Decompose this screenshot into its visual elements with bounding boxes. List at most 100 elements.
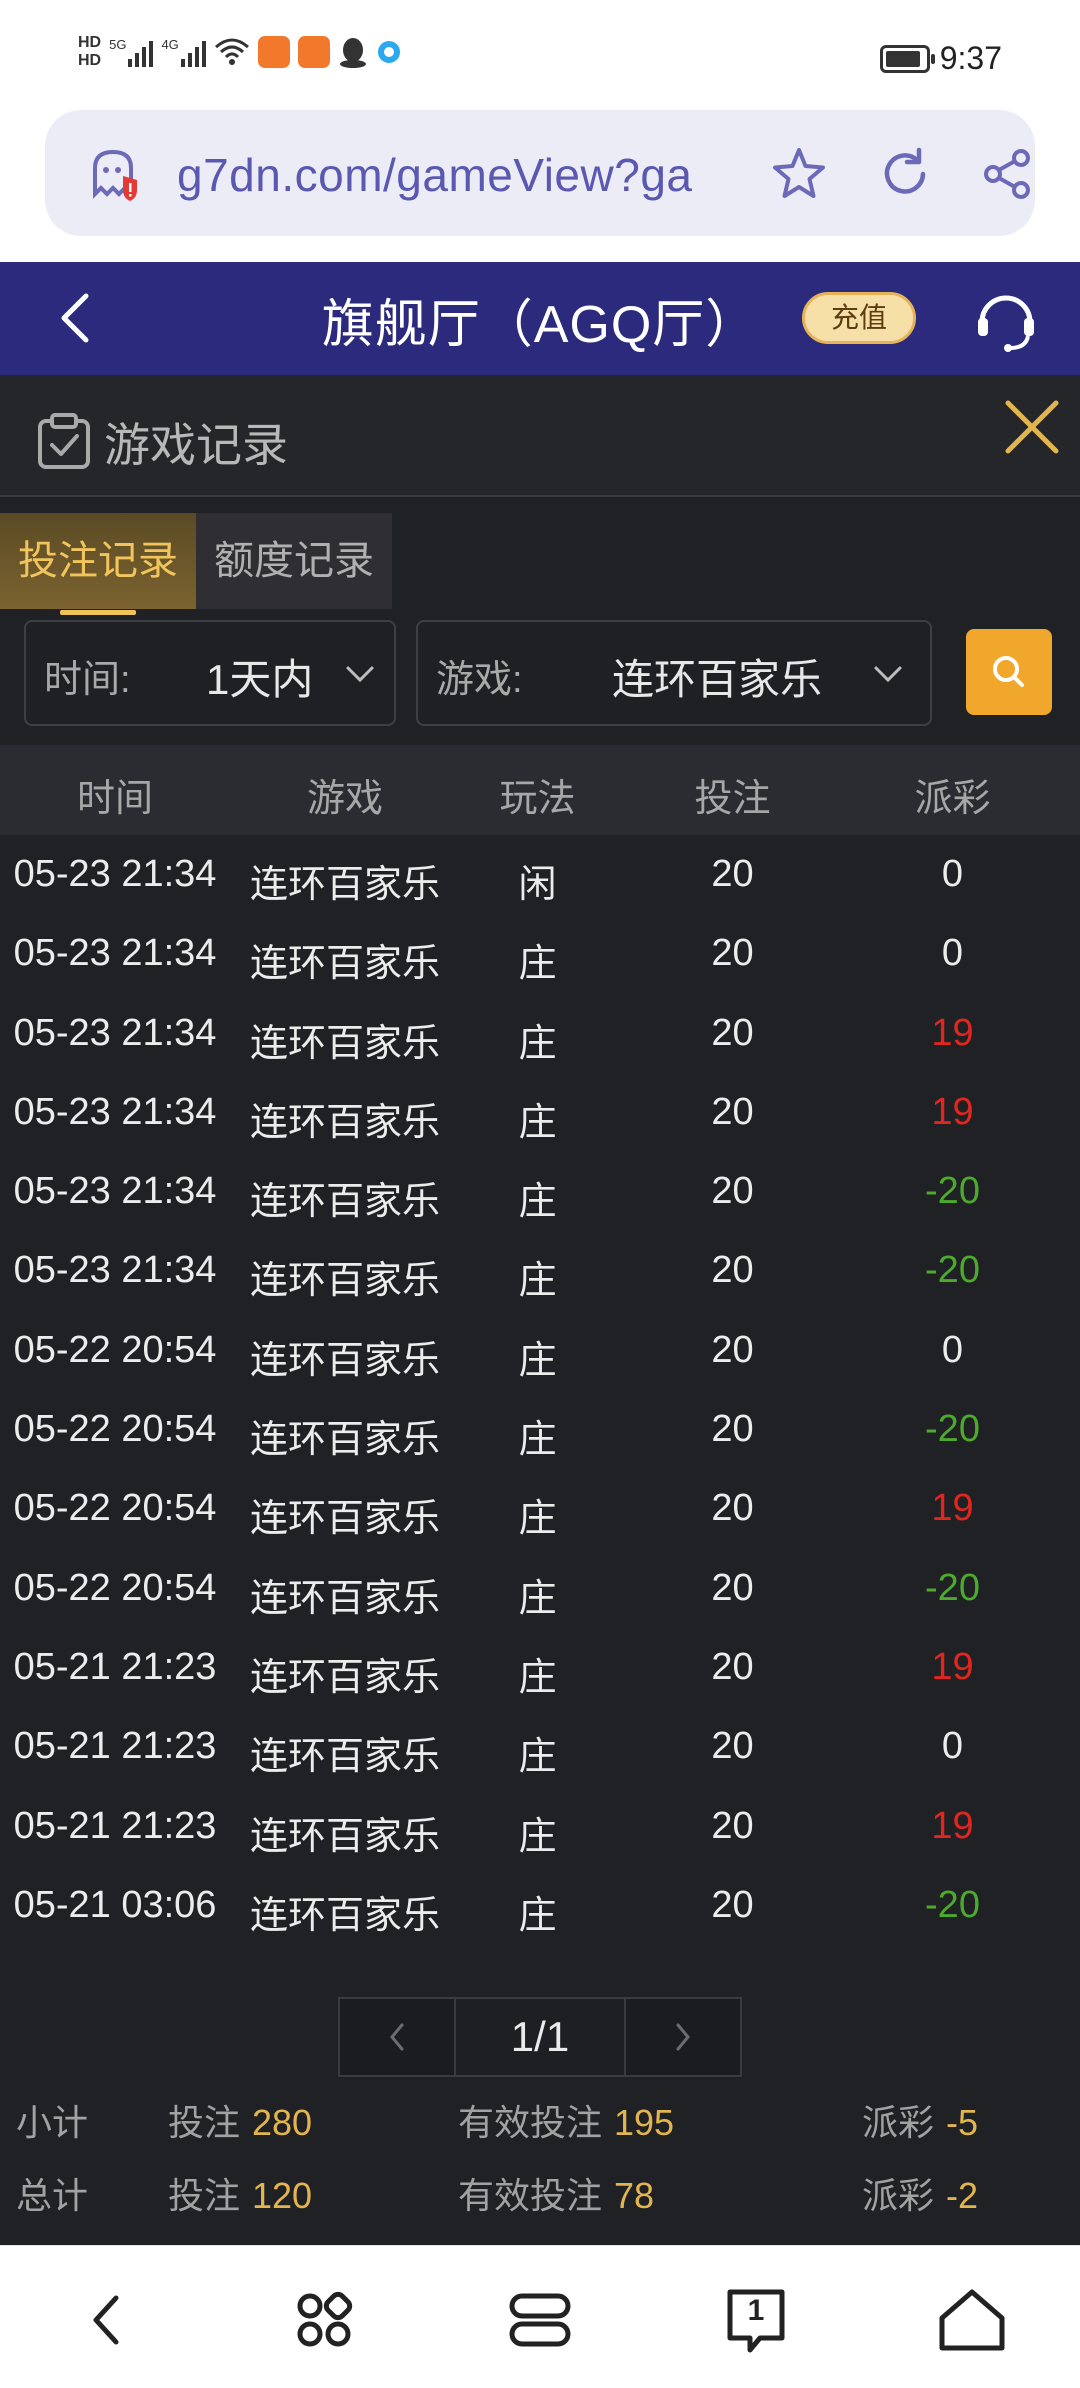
app-header: 旗舰厅（AGQ厅） 充值 xyxy=(0,262,1080,375)
bookmark-star-icon[interactable] xyxy=(769,144,829,204)
row-bet: 20 xyxy=(711,1487,754,1530)
search-button[interactable] xyxy=(966,629,1052,715)
total-row: 总计 投注 120 有效投注 78 派彩 -2 xyxy=(0,2153,1080,2223)
row-payout: -20 xyxy=(925,1883,980,1926)
row-bet: 20 xyxy=(711,1408,754,1451)
status-bar: HD HD 5G 4G 9:37 xyxy=(0,0,1080,110)
row-game: 连环百家乐 xyxy=(249,1181,440,1224)
row-bet: 20 xyxy=(711,1883,754,1926)
column-header-bet: 投注 xyxy=(694,778,771,820)
row-bet: 20 xyxy=(711,1011,754,1054)
total-payout: 派彩 -2 xyxy=(862,2175,979,2216)
row-play: 庄 xyxy=(518,1815,557,1858)
time-filter-select[interactable]: 时间: 1天内 xyxy=(24,620,396,726)
customer-service-icon[interactable] xyxy=(972,286,1040,354)
row-payout: 19 xyxy=(931,1645,974,1688)
row-game: 连环百家乐 xyxy=(249,943,440,986)
row-time: 05-21 03:06 xyxy=(13,1883,217,1926)
record-tabs: 投注记录 额度记录 xyxy=(0,513,392,615)
table-row: 05-23 21:34 连环百家乐 闲 20 0 xyxy=(0,835,1080,914)
row-bet: 20 xyxy=(711,1725,754,1768)
app-notification-icon xyxy=(257,36,290,68)
table-row: 05-23 21:34 连环百家乐 庄 20 19 xyxy=(0,1073,1080,1152)
row-bet: 20 xyxy=(711,932,754,975)
column-header-time: 时间 xyxy=(76,778,153,820)
hd-1: HD xyxy=(78,34,102,51)
recharge-button[interactable]: 充值 xyxy=(802,292,916,344)
row-game: 连环百家乐 xyxy=(249,1815,440,1858)
browser-bottom-nav: 1 xyxy=(0,2245,1080,2388)
row-game: 连环百家乐 xyxy=(249,1260,440,1303)
subtotal-label: 小计 xyxy=(16,2102,89,2143)
row-payout: 19 xyxy=(931,1804,974,1847)
row-game: 连环百家乐 xyxy=(249,1339,440,1382)
row-time: 05-21 21:23 xyxy=(13,1804,217,1847)
tab-credit-records[interactable]: 额度记录 xyxy=(196,513,392,609)
wifi-icon xyxy=(214,38,249,65)
url-text[interactable]: g7dn.com/gameView?ga xyxy=(177,148,692,202)
subtotal-bet: 投注 280 xyxy=(168,2102,313,2143)
row-play: 庄 xyxy=(518,1419,557,1462)
table-row: 05-23 21:34 连环百家乐 庄 20 0 xyxy=(0,914,1080,993)
chevron-left-icon xyxy=(390,2023,404,2051)
row-game: 连环百家乐 xyxy=(249,1894,440,1937)
row-play: 庄 xyxy=(518,1181,557,1224)
total-bet: 投注 120 xyxy=(168,2175,313,2216)
row-play: 庄 xyxy=(518,943,557,986)
table-row: 05-21 21:23 连环百家乐 庄 20 19 xyxy=(0,1787,1080,1866)
row-play: 庄 xyxy=(518,1498,557,1541)
table-row: 05-23 21:34 连环百家乐 庄 20 19 xyxy=(0,994,1080,1073)
hd-indicators: HD HD xyxy=(78,34,101,70)
address-bar[interactable]: g7dn.com/gameView?ga xyxy=(45,110,1035,236)
records-header: 游戏记录 xyxy=(0,375,1080,497)
table-row: 05-21 21:23 连环百家乐 庄 20 0 xyxy=(0,1707,1080,1786)
row-time: 05-22 20:54 xyxy=(13,1487,217,1530)
row-play: 闲 xyxy=(518,864,557,906)
table-row: 05-21 21:23 连环百家乐 庄 20 19 xyxy=(0,1628,1080,1707)
back-icon[interactable] xyxy=(68,2280,148,2360)
row-time: 05-22 20:54 xyxy=(13,1566,217,1609)
prev-page-button[interactable] xyxy=(340,1999,454,2075)
qq-icon xyxy=(339,38,366,68)
status-left: HD HD 5G 4G xyxy=(78,34,402,70)
row-time: 05-21 21:23 xyxy=(13,1725,217,1768)
row-payout: 0 xyxy=(941,1328,964,1371)
home-icon[interactable] xyxy=(932,2280,1012,2360)
row-bet: 20 xyxy=(711,1170,754,1213)
table-row: 05-21 03:06 连环百家乐 庄 20 -20 xyxy=(0,1866,1080,1945)
row-play: 庄 xyxy=(518,1101,557,1144)
apps-icon[interactable] xyxy=(284,2280,364,2360)
chevron-down-icon xyxy=(346,666,374,683)
row-payout: 19 xyxy=(931,1487,974,1530)
tabs-button[interactable]: 1 xyxy=(716,2280,796,2360)
menu-icon[interactable] xyxy=(500,2280,580,2360)
chevron-right-icon xyxy=(676,2023,690,2051)
table-row: 05-22 20:54 连环百家乐 庄 20 19 xyxy=(0,1469,1080,1548)
records-panel: 游戏记录 投注记录 额度记录 时间: 1天内 游戏: 连环百家乐 时间 游戏 玩… xyxy=(0,375,1080,2245)
row-time: 05-21 21:23 xyxy=(13,1645,217,1688)
row-bet: 20 xyxy=(711,1566,754,1609)
row-game: 连环百家乐 xyxy=(249,1577,440,1620)
row-payout: -20 xyxy=(925,1170,980,1213)
row-time: 05-22 20:54 xyxy=(13,1408,217,1451)
row-time: 05-23 21:34 xyxy=(13,1249,217,1292)
signal-5g-icon: 5G xyxy=(109,37,154,67)
row-time: 05-23 21:34 xyxy=(13,1170,217,1213)
reload-icon[interactable] xyxy=(875,144,935,204)
tab-bet-records[interactable]: 投注记录 xyxy=(0,513,196,615)
close-icon[interactable] xyxy=(1000,395,1064,459)
app-notification-icon xyxy=(297,36,330,68)
share-icon[interactable] xyxy=(977,144,1037,204)
game-filter-value: 连环百家乐 xyxy=(612,656,823,703)
column-header-play: 玩法 xyxy=(499,778,576,820)
game-filter-select[interactable]: 游戏: 连环百家乐 xyxy=(416,620,932,726)
row-play: 庄 xyxy=(518,1736,557,1779)
search-icon xyxy=(993,656,1024,687)
row-game: 连环百家乐 xyxy=(249,1022,440,1065)
table-row: 05-23 21:34 连环百家乐 庄 20 -20 xyxy=(0,1231,1080,1310)
site-security-icon[interactable] xyxy=(87,146,143,202)
time-filter-label: 时间: xyxy=(44,659,131,701)
row-game: 连环百家乐 xyxy=(249,864,440,906)
next-page-button[interactable] xyxy=(626,1999,740,2075)
subtotal-valid-bet: 有效投注 195 xyxy=(458,2102,675,2143)
